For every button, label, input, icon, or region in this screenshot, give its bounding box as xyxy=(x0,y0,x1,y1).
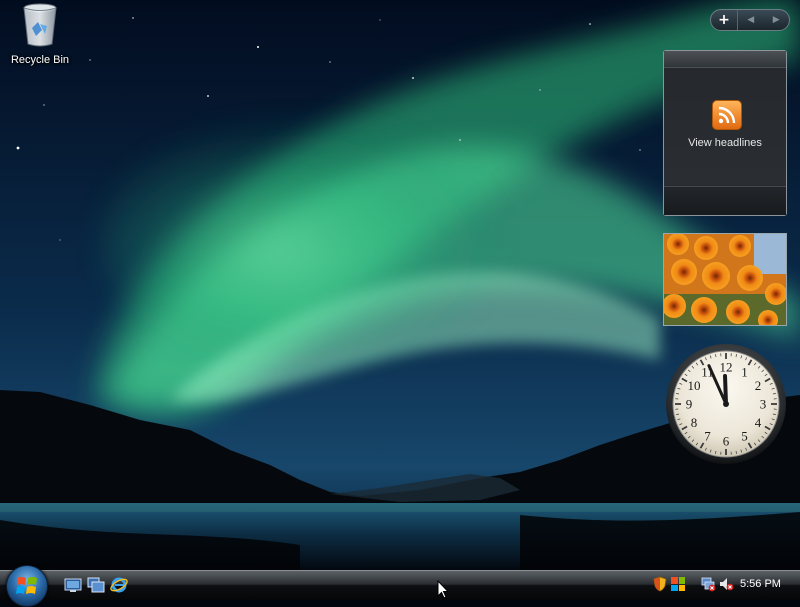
start-button[interactable] xyxy=(6,565,48,607)
clock-numeral: 7 xyxy=(704,429,711,444)
flowers-photo xyxy=(664,234,787,326)
analog-clock-face: 121234567891011 xyxy=(664,342,788,466)
switch-windows-icon xyxy=(87,576,105,594)
clock-numeral: 5 xyxy=(741,429,748,444)
volume-muted-icon[interactable] xyxy=(718,576,734,592)
windows-logo-icon xyxy=(15,574,39,598)
sidebar-controls: + ◀ ▶ xyxy=(710,9,790,31)
next-page-button[interactable]: ▶ xyxy=(764,10,790,30)
clock-numeral: 2 xyxy=(755,378,762,393)
quick-launch-switch-windows[interactable] xyxy=(87,576,105,594)
shield-icon[interactable] xyxy=(652,576,668,592)
slideshow-gadget[interactable] xyxy=(663,233,787,326)
desktop-icon-recycle-bin[interactable]: Recycle Bin xyxy=(4,2,76,66)
show-desktop-icon xyxy=(64,576,82,594)
clock-numeral: 3 xyxy=(760,397,767,412)
network-disconnected-icon[interactable] xyxy=(700,576,716,592)
clock-numeral: 8 xyxy=(691,415,698,430)
clock-gadget[interactable]: 121234567891011 xyxy=(664,342,788,466)
clock-numeral: 4 xyxy=(755,415,762,430)
internet-explorer-icon xyxy=(110,576,128,594)
gadget-footer xyxy=(664,186,786,215)
taskbar: 5:56 PM xyxy=(0,570,800,600)
quick-launch-internet-explorer[interactable] xyxy=(110,576,128,594)
clock-numeral: 1 xyxy=(741,364,748,379)
quick-launch-show-desktop[interactable] xyxy=(64,576,82,594)
desktop-icon-label: Recycle Bin xyxy=(4,54,76,66)
previous-page-button[interactable]: ◀ xyxy=(738,10,764,30)
recycle-bin-icon xyxy=(20,2,60,48)
rss-icon xyxy=(712,100,742,130)
clock-numeral: 12 xyxy=(720,360,733,375)
clock-numeral: 9 xyxy=(686,397,693,412)
gadget-header xyxy=(664,51,786,68)
taskbar-clock[interactable]: 5:56 PM xyxy=(740,578,781,590)
clock-numeral: 10 xyxy=(687,378,700,393)
add-gadget-button[interactable]: + xyxy=(711,10,738,30)
feed-headlines-gadget[interactable]: View headlines xyxy=(663,50,787,216)
network-icon[interactable] xyxy=(670,576,686,592)
mouse-cursor-icon xyxy=(437,580,449,600)
view-headlines-link[interactable]: View headlines xyxy=(664,137,786,149)
clock-numeral: 6 xyxy=(723,434,730,449)
